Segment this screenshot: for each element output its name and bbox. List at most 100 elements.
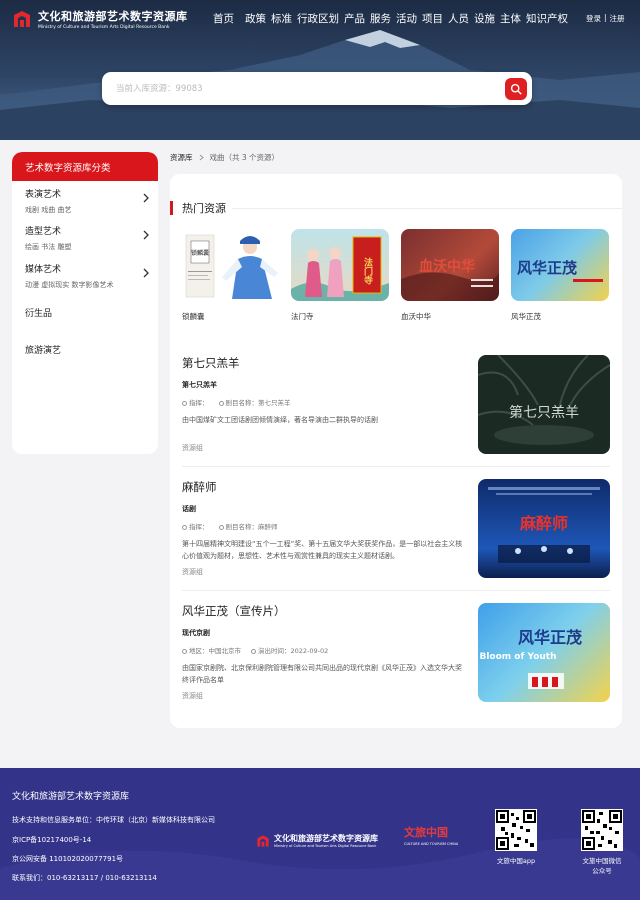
entry-meta-2: 演出时间：2022-09-02	[258, 647, 329, 655]
search-button[interactable]	[505, 78, 527, 100]
breadcrumb: 资源库 戏曲（共 3 个资源）	[170, 152, 279, 163]
footer-logo-subtitle: Ministry of Culture and Tourism Arts Dig…	[274, 844, 377, 848]
hot-item[interactable]: 法门寺 法门寺	[291, 229, 389, 322]
poster-title: 风华正茂	[517, 259, 577, 277]
chevron-right-icon	[143, 268, 149, 278]
nav-item-subject[interactable]: 主体	[500, 11, 521, 26]
hot-poster-image: 法门寺	[291, 229, 389, 301]
chevron-right-icon	[143, 193, 149, 203]
nav-item-policy[interactable]: 政策	[245, 11, 266, 26]
entry-meta-2: 剧目名称：麻醉师	[225, 523, 278, 531]
entry-meta-2: 剧目名称：第七只羔羊	[225, 399, 291, 407]
sidebar-item-subs: 戏剧 戏曲 曲艺	[25, 206, 72, 214]
logo-title: 文化和旅游部艺术数字资源库	[38, 10, 188, 23]
nav-item-product[interactable]: 产品	[344, 11, 365, 26]
entry-description: 由中国煤矿文工团话剧团倾情演绎，著名导演由二群执导的话剧	[182, 416, 378, 424]
hot-item-caption: 法门寺	[291, 312, 314, 321]
footer-support: 技术支持和信息服务单位：中传环球（北京）新媒体科技有限公司	[12, 816, 215, 824]
sidebar-item-media-arts[interactable]: 媒体艺术 动漫 虚拟现实 数字影像艺术	[25, 262, 150, 290]
hot-item-caption: 风华正茂	[511, 312, 541, 321]
resource-entry[interactable]: 第七只羔羊 第七只羔羊 指挥： 剧目名称：第七只羔羊 由中国煤矿文工团话剧团倾情…	[182, 355, 610, 479]
footer-logo[interactable]: 文化和旅游部艺术数字资源库 Ministry of Culture and To…	[256, 833, 378, 848]
nav-item-ip[interactable]: 知识产权	[526, 11, 568, 26]
sidebar-item-tourism-performance[interactable]: 旅游演艺	[25, 343, 150, 356]
resource-panel: 热门资源 锁麟囊 锁麟囊 法门寺 法门寺 血沃中华 血沃中华 风华正茂 风华正茂…	[170, 174, 622, 728]
sidebar-item-performing-arts[interactable]: 表演艺术 戏剧 戏曲 曲艺	[25, 187, 150, 215]
chevron-right-icon	[199, 154, 204, 161]
sidebar-item-derivatives[interactable]: 衍生品	[25, 306, 150, 319]
nav-item-service[interactable]: 服务	[370, 11, 391, 26]
entry-poster-image[interactable]: 第七只羔羊	[478, 355, 610, 454]
sidebar-item-label: 媒体艺术	[25, 265, 62, 275]
main-nav: 首页 政策 标准 行政区划 产品 服务 活动 项目 人员 设施 主体 知识产权	[213, 11, 568, 26]
logo-icon	[14, 11, 30, 27]
nav-item-region[interactable]: 行政区划	[297, 11, 339, 26]
footer-title: 文化和旅游部艺术数字资源库	[12, 792, 130, 802]
footer-logo-title: 文化和旅游部艺术数字资源库	[274, 834, 378, 843]
entry-divider	[182, 466, 610, 467]
entry-meta-1: 指挥：	[189, 523, 209, 531]
footer-icp[interactable]: 京ICP备10217400号-14	[12, 835, 91, 845]
hot-item[interactable]: 风华正茂 风华正茂	[511, 229, 609, 322]
entry-description: 由国家京剧院、北京保利剧院管理有限公司共同出品的现代京剧《风华正茂》入选文华大奖…	[182, 664, 462, 684]
sidebar-item-label: 造型艺术	[25, 227, 62, 237]
info-icon	[182, 524, 187, 530]
poster-subtitle: Bloom of Youth	[479, 652, 556, 662]
hot-item-caption: 血沃中华	[401, 312, 431, 321]
sidebar-item-subs: 绘画 书法 雕塑	[25, 243, 72, 251]
poster-title: 锁麟囊	[191, 249, 209, 257]
entry-poster-image[interactable]: 麻醉师	[478, 479, 610, 578]
partner-logo-text: 文旅中国	[404, 826, 448, 839]
nav-item-project[interactable]: 项目	[422, 11, 443, 26]
site-footer: 文化和旅游部艺术数字资源库 技术支持和信息服务单位：中传环球（北京）新媒体科技有…	[0, 768, 640, 900]
nav-item-home[interactable]: 首页	[213, 11, 234, 26]
chevron-right-icon	[143, 230, 149, 240]
site-logo[interactable]: 文化和旅游部艺术数字资源库 Ministry of Culture and To…	[12, 8, 188, 30]
entry-source: 资源组	[182, 692, 203, 700]
entry-description: 第十四届精神文明建设“五个一工程”奖、第十五届文华大奖获奖作品，是一部以社会主义…	[182, 540, 463, 560]
auth-separator: |	[604, 13, 607, 22]
title-accent-bar	[170, 201, 173, 215]
register-link[interactable]: 注册	[610, 13, 625, 24]
search-input[interactable]	[116, 80, 496, 97]
location-icon	[182, 648, 187, 654]
entry-meta-1: 指挥：	[189, 399, 209, 407]
clock-icon	[251, 648, 256, 654]
qr-wechat-caption-line2: 公众号	[592, 867, 612, 875]
resource-entry[interactable]: 风华正茂（宣传片） 现代京剧 地区：中国北京市 演出时间：2022-09-02 …	[182, 603, 610, 727]
entry-source: 资源组	[182, 444, 203, 452]
partner-logo[interactable]: 文旅中国 CULTURE AND TOURISM CHINA	[404, 824, 458, 858]
nav-item-facility[interactable]: 设施	[474, 11, 495, 26]
poster-title: 血沃中华	[419, 258, 475, 275]
nav-item-standard[interactable]: 标准	[271, 11, 292, 26]
entry-divider	[182, 590, 610, 591]
login-link[interactable]: 登录	[586, 13, 601, 24]
entry-poster-image[interactable]: 风华正茂 Bloom of Youth	[478, 603, 610, 702]
poster-title: 法门寺	[362, 256, 373, 285]
entry-source: 资源组	[182, 568, 203, 576]
poster-title: 风华正茂	[518, 628, 582, 647]
sidebar-item-plastic-arts[interactable]: 造型艺术 绘画 书法 雕塑	[25, 224, 150, 252]
hot-title-text: 热门资源	[182, 202, 226, 215]
sidebar-item-label: 衍生品	[25, 309, 53, 319]
poster-title: 麻醉师	[519, 514, 568, 533]
footer-police[interactable]: 京公网安备 110102020077791号	[12, 854, 123, 864]
qr-wechat-caption-line1: 文旅中国微信	[582, 857, 622, 865]
search-bar	[102, 72, 532, 105]
nav-item-activity[interactable]: 活动	[396, 11, 417, 26]
qr-app-caption: 文旅中国app	[496, 857, 536, 865]
info-icon	[182, 400, 187, 406]
hot-poster-image: 锁麟囊	[182, 229, 280, 301]
nav-item-people[interactable]: 人员	[448, 11, 469, 26]
sidebar-item-label: 旅游演艺	[25, 346, 62, 356]
footer-contact: 联系我们：010-63213117 / 010-63213114	[12, 874, 157, 882]
hot-item-caption: 锁麟囊	[182, 312, 205, 321]
sidebar-title: 艺术数字资源库分类	[12, 152, 158, 181]
hot-item[interactable]: 锁麟囊 锁麟囊	[182, 229, 280, 322]
breadcrumb-home[interactable]: 资源库	[170, 152, 193, 163]
sidebar-item-label: 表演艺术	[25, 190, 62, 200]
info-icon	[218, 400, 224, 406]
qr-wechat-caption: 文旅中国微信 公众号	[572, 855, 632, 875]
resource-entry[interactable]: 麻醉师 话剧 指挥： 剧目名称：麻醉师 第十四届精神文明建设“五个一工程”奖、第…	[182, 479, 610, 603]
hot-item[interactable]: 血沃中华 血沃中华	[401, 229, 499, 322]
